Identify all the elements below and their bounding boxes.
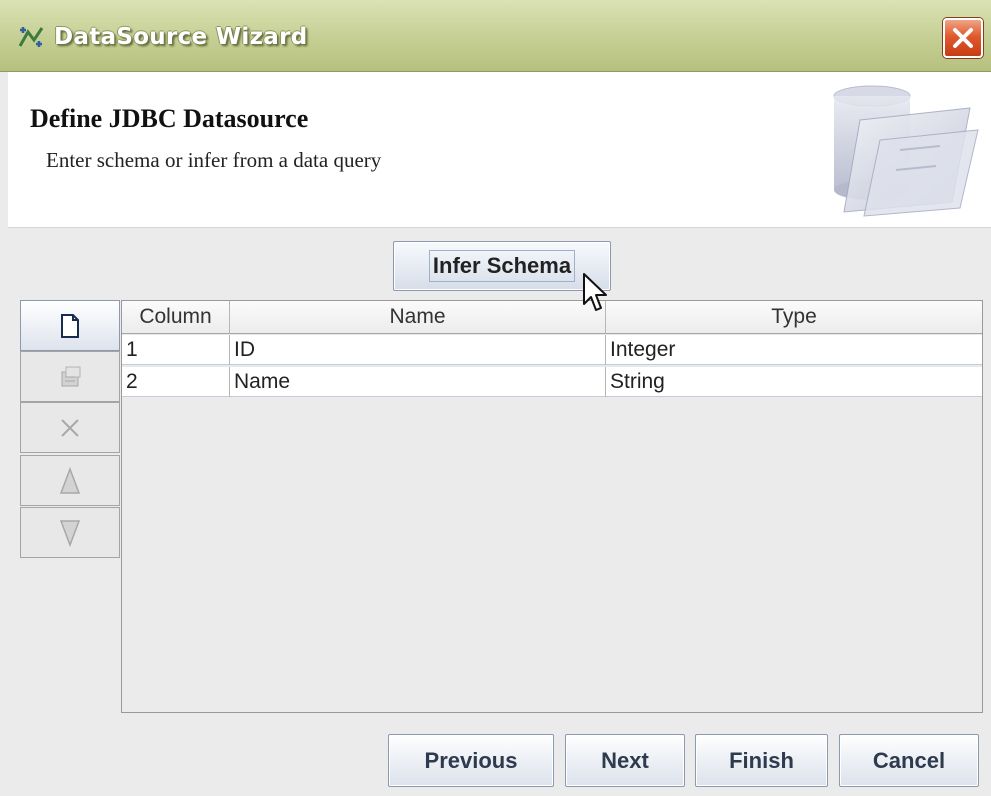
cell-column[interactable]: 1	[122, 335, 230, 365]
properties-icon	[61, 366, 81, 386]
previous-button[interactable]: Previous	[388, 734, 554, 787]
wizard-header: Define JDBC Datasource Enter schema or i…	[8, 72, 991, 228]
close-button[interactable]	[943, 18, 983, 58]
finish-button[interactable]: Finish	[695, 734, 828, 787]
page-subtitle: Enter schema or infer from a data query	[46, 148, 382, 172]
properties-button[interactable]	[20, 351, 120, 402]
title-bar[interactable]: DataSource Wizard	[0, 0, 991, 72]
move-up-button[interactable]	[20, 455, 120, 506]
cancel-button[interactable]: Cancel	[839, 734, 979, 787]
column-header-type[interactable]: Type	[606, 301, 982, 333]
page-title: Define JDBC Datasource	[30, 104, 309, 133]
infer-schema-label: Infer Schema	[428, 250, 576, 282]
window-title: DataSource Wizard	[54, 24, 308, 50]
new-document-icon	[61, 313, 79, 338]
cell-name[interactable]: Name	[230, 367, 606, 397]
column-header-name[interactable]: Name	[230, 301, 606, 333]
arrow-up-icon	[59, 466, 81, 494]
table-header: Column Name Type	[122, 301, 982, 334]
mouse-pointer-icon	[583, 273, 607, 311]
move-down-button[interactable]	[20, 507, 120, 558]
close-icon	[953, 28, 973, 48]
database-folder-icon	[833, 85, 979, 217]
infer-schema-button[interactable]: Infer Schema	[393, 241, 611, 291]
cell-type[interactable]: String	[606, 367, 982, 397]
cell-type[interactable]: Integer	[606, 335, 982, 365]
wizard-icon	[18, 27, 44, 47]
column-header-column[interactable]: Column	[122, 301, 230, 333]
arrow-down-icon	[59, 519, 81, 547]
cell-name[interactable]: ID	[230, 335, 606, 365]
table-row[interactable]: 1 ID Integer	[122, 334, 982, 365]
delete-icon	[61, 418, 79, 437]
next-button[interactable]: Next	[565, 734, 685, 787]
new-row-button[interactable]	[20, 300, 120, 351]
schema-table[interactable]: Column Name Type 1 ID Integer 2 Name Str…	[121, 300, 983, 713]
row-toolbar	[20, 300, 120, 562]
datasource-wizard-dialog: DataSource Wizard Define JDBC Datasource…	[0, 0, 991, 796]
cell-column[interactable]: 2	[122, 367, 230, 397]
delete-button[interactable]	[20, 402, 120, 453]
table-row[interactable]: 2 Name String	[122, 366, 982, 397]
